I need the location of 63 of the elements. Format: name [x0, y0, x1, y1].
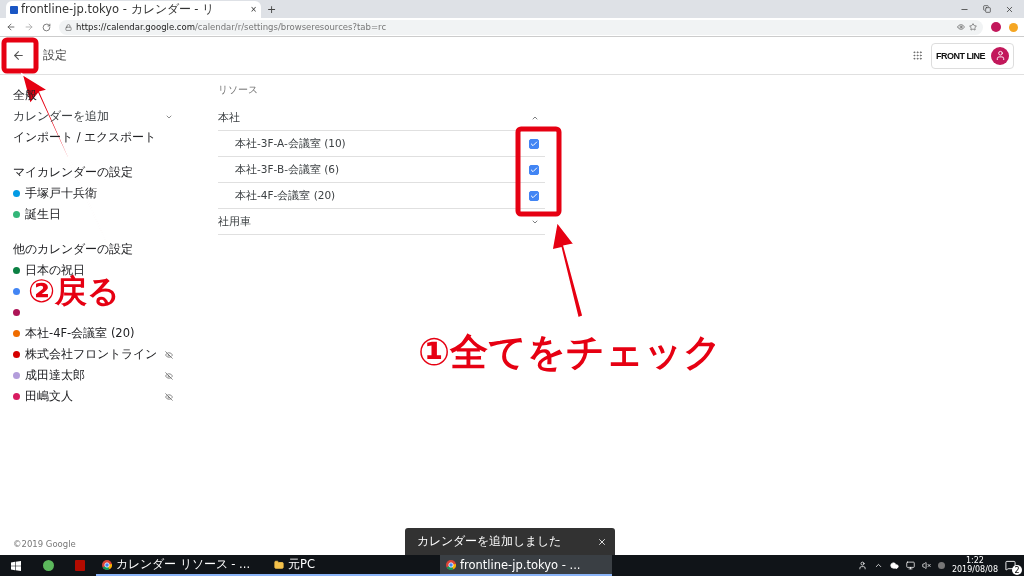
- group-name: 本社: [218, 110, 240, 125]
- back-arrow-icon[interactable]: [6, 22, 16, 32]
- favicon-icon: [10, 5, 18, 14]
- profile-avatar-icon[interactable]: [991, 22, 1001, 32]
- cloud-icon[interactable]: [889, 561, 899, 570]
- section-heading: マイカレンダーの設定: [13, 165, 133, 180]
- monitor-icon[interactable]: [905, 561, 915, 570]
- sidebar-link[interactable]: インポート / エクスポート: [13, 130, 157, 145]
- taskbar-app[interactable]: カレンダー リソース - ...: [96, 555, 268, 576]
- close-icon[interactable]: [597, 536, 607, 547]
- resource-name: 本社-3F-A-会議室 (10): [235, 136, 346, 151]
- calendar-name[interactable]: 手塚戸十兵衛: [25, 186, 97, 201]
- chrome-icon: [446, 559, 456, 570]
- callout-label: ②戻る: [28, 275, 121, 307]
- highlight-frame: [1, 37, 39, 74]
- calendar-name[interactable]: 本社-4F-会議室 (20): [25, 326, 135, 341]
- copyright-text: ©2019 Google: [12, 538, 77, 551]
- restore-icon[interactable]: [983, 4, 991, 13]
- chevron-up-icon[interactable]: [873, 561, 883, 570]
- calendar-name[interactable]: 成田達太郎: [25, 368, 85, 383]
- calendar-name[interactable]: 株式会社フロントライン: [25, 347, 157, 362]
- close-icon[interactable]: [1005, 4, 1014, 14]
- checkbox[interactable]: [529, 138, 539, 149]
- account-switcher[interactable]: FRONT LINE: [931, 42, 1014, 69]
- checkbox[interactable]: [529, 190, 539, 201]
- page-title: 設定: [43, 47, 67, 64]
- star-icon[interactable]: [969, 23, 977, 31]
- avatar-icon: [991, 46, 1009, 65]
- folder-icon: [274, 559, 284, 570]
- snackbar-message: カレンダーを追加しました: [417, 534, 561, 549]
- eye-off-icon[interactable]: [165, 392, 173, 401]
- muted-speaker-icon[interactable]: [921, 561, 931, 570]
- back-arrow-icon[interactable]: [12, 49, 25, 62]
- checkbox[interactable]: [529, 164, 539, 175]
- eye-off-icon[interactable]: [165, 350, 173, 359]
- person-icon[interactable]: [857, 561, 867, 570]
- callout-label: ①全てをチェック: [418, 333, 723, 371]
- new-tab-button[interactable]: +: [267, 2, 277, 16]
- calendar-name[interactable]: 誕生日: [25, 207, 61, 222]
- app-icon[interactable]: [42, 560, 54, 571]
- status-icon[interactable]: [937, 562, 945, 569]
- group-name: 社用車: [218, 214, 251, 229]
- section-heading: 他のカレンダーの設定: [13, 242, 133, 257]
- windows-logo-icon[interactable]: [11, 560, 21, 571]
- address-bar[interactable]: https://calendar.google.com/calendar/r/settings/browseresources?tab=rc: [59, 19, 983, 35]
- notification-count: 2: [1012, 565, 1022, 575]
- calendar-name[interactable]: 田嶋文人: [25, 389, 73, 404]
- tab-close-button[interactable]: ×: [250, 5, 257, 14]
- eye-off-icon[interactable]: [165, 371, 173, 380]
- sidebar-item[interactable]: カレンダーを追加: [13, 106, 173, 127]
- chrome-icon: [102, 559, 112, 570]
- browser-tab[interactable]: frontline-jp.tokyo - カレンダー - リ ×: [6, 1, 261, 18]
- resource-name: 本社-4F-会議室 (20): [235, 188, 336, 203]
- lock-icon: [65, 23, 72, 31]
- taskbar-clock[interactable]: 1:22 2019/08/08: [951, 556, 998, 575]
- eye-icon[interactable]: [957, 23, 965, 31]
- taskbar-app[interactable]: frontline-jp.tokyo - ...: [440, 555, 612, 576]
- tab-title: frontline-jp.tokyo - カレンダー - リ: [21, 2, 214, 17]
- url-text: https://calendar.google.com/calendar/r/settings/browseresources?tab=rc: [76, 22, 387, 32]
- section-title: リソース: [218, 83, 259, 97]
- reload-icon[interactable]: [42, 22, 51, 32]
- apps-grid-icon[interactable]: [912, 50, 923, 61]
- resource-name: 本社-3F-B-会議室 (6): [235, 162, 340, 177]
